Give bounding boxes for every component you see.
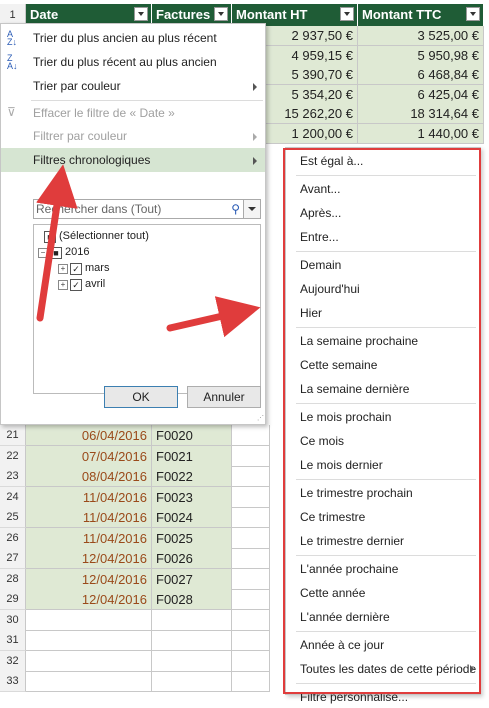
annotation-arrow-right: [166, 296, 261, 338]
annotation-arrow-up: [36, 164, 78, 322]
annotation-arrows: [36, 164, 261, 338]
